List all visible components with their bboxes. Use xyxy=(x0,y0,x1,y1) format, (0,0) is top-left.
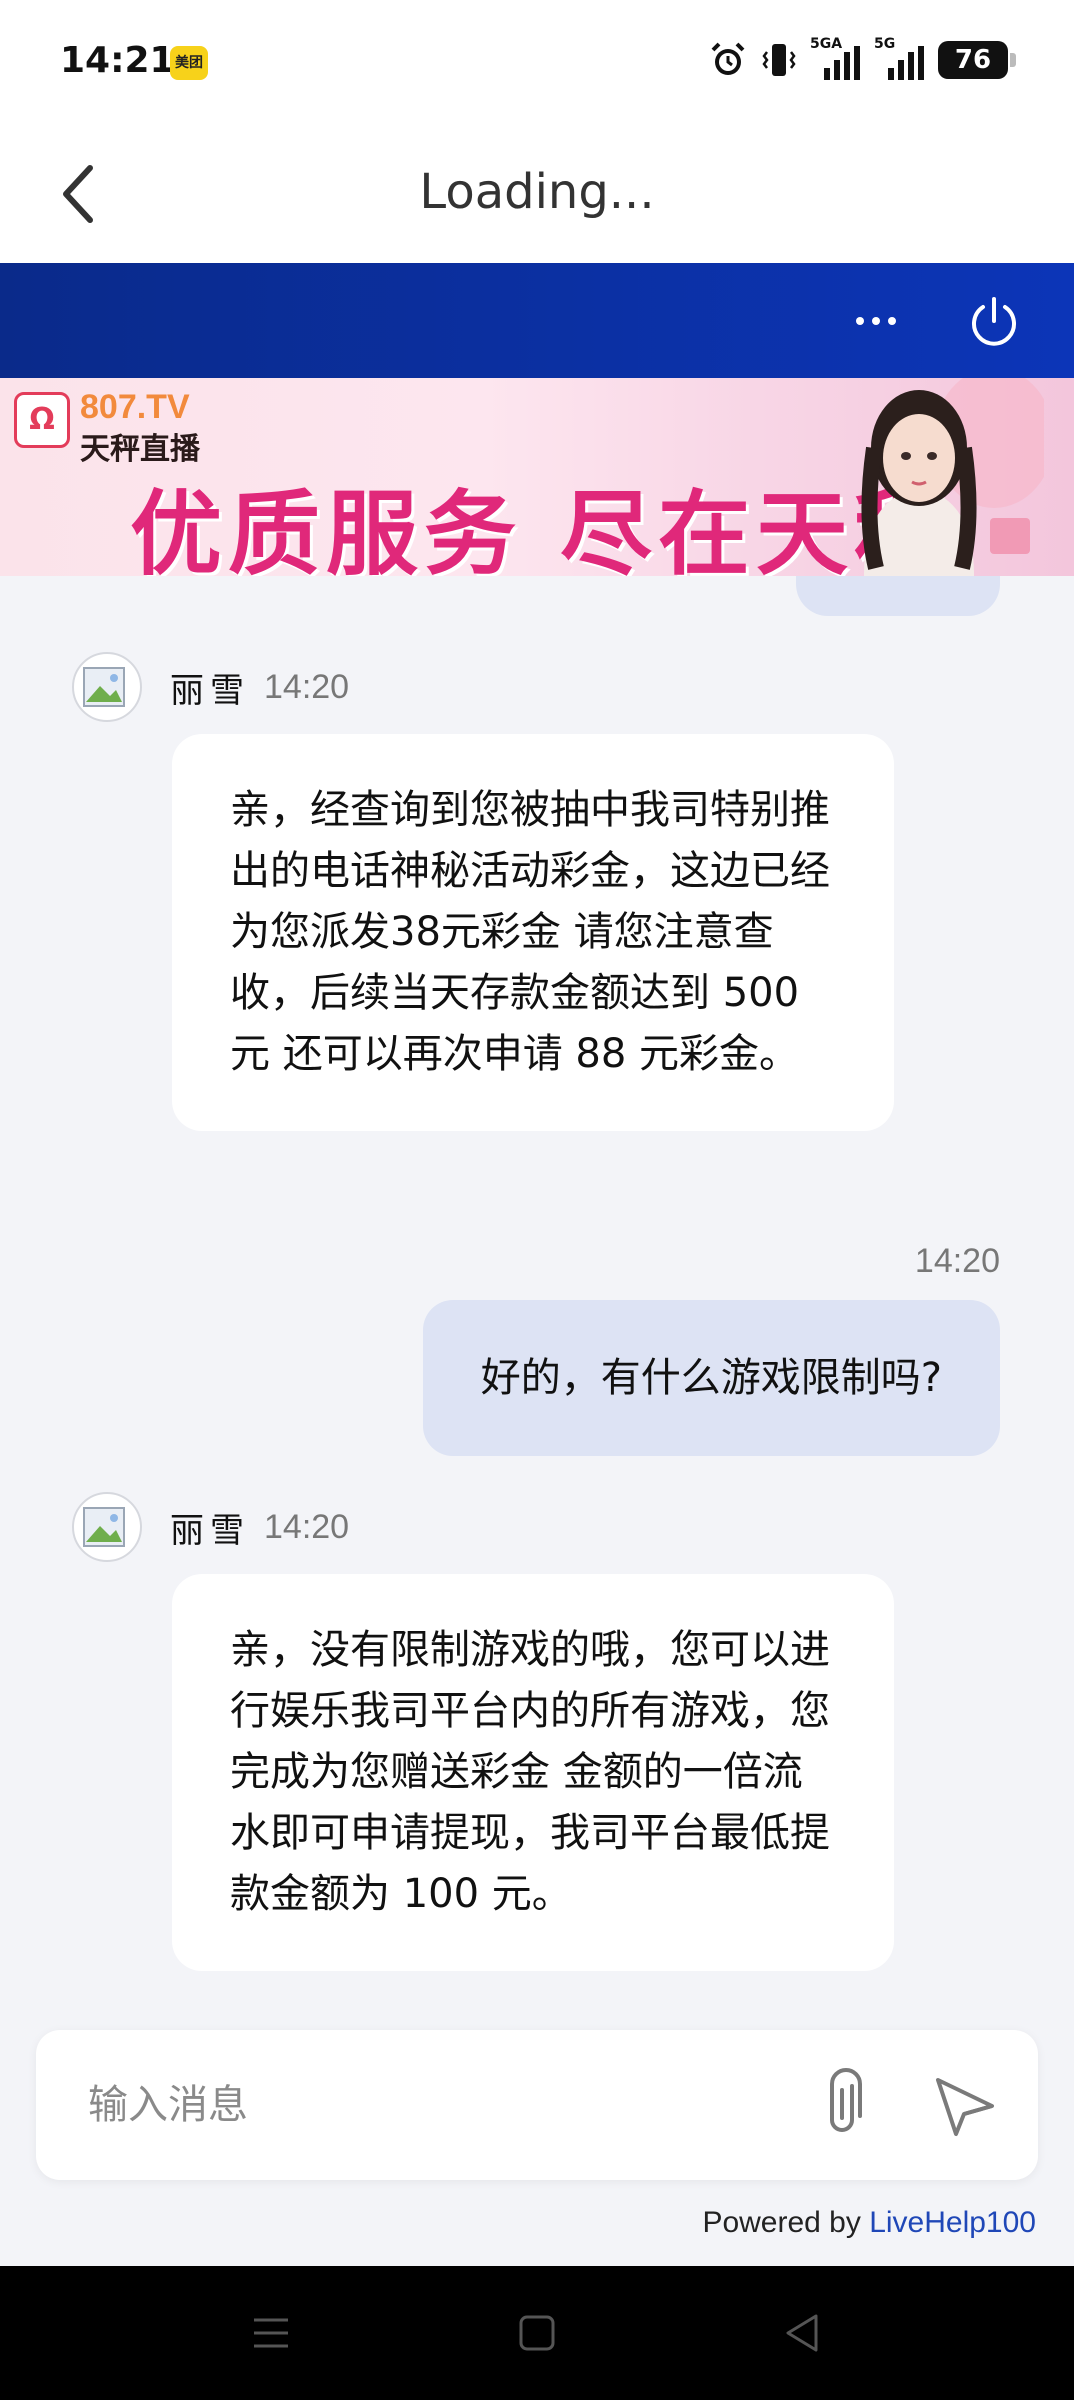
message-time: 14:20 xyxy=(264,667,350,706)
broken-image-icon xyxy=(83,667,125,707)
nav-bar: Loading... xyxy=(0,128,1074,263)
dot-icon xyxy=(888,317,896,325)
page-title: Loading... xyxy=(419,164,655,220)
status-icons: 5GA 5G 76 xyxy=(708,36,1016,80)
powered-by-text: Powered by LiveHelp100 xyxy=(702,2206,1036,2240)
agent-name: 丽雪 xyxy=(170,670,250,711)
message-input[interactable] xyxy=(88,2070,788,2140)
brand-logo: Ω xyxy=(14,392,70,448)
status-time: 14:21 xyxy=(60,40,175,81)
signal-5g-icon: 5G xyxy=(874,36,924,80)
power-icon[interactable] xyxy=(966,291,1022,351)
send-icon[interactable] xyxy=(930,2070,1000,2140)
message-composer xyxy=(36,2030,1038,2180)
back-triangle-icon[interactable] xyxy=(778,2308,828,2358)
agent-avatar xyxy=(72,1492,142,1562)
battery-icon: 76 xyxy=(938,41,1016,79)
meituan-app-icon: 美团 xyxy=(170,46,208,80)
dot-icon xyxy=(856,317,864,325)
agent-avatar xyxy=(72,652,142,722)
agent-message-bubble: 亲，没有限制游戏的哦，您可以进行娱乐我司平台内的所有游戏，您完成为您赠送彩金 金… xyxy=(172,1574,894,1971)
banner-model-image xyxy=(861,378,1044,576)
promo-banner[interactable]: Ω 807.TV 天秤直播 优质服务 尽在天秤 xyxy=(0,378,1074,576)
broken-image-icon xyxy=(83,1507,125,1547)
message-header: 丽雪 14:20 xyxy=(72,1492,349,1562)
paperclip-icon[interactable] xyxy=(814,2066,870,2144)
livehelp-link[interactable]: LiveHelp100 xyxy=(869,2206,1036,2239)
powered-prefix: Powered by xyxy=(702,2206,870,2239)
message-time: 14:20 xyxy=(914,1242,1000,1280)
dot-icon xyxy=(872,317,880,325)
vibrate-icon xyxy=(762,44,796,76)
status-bar: 14:21 美团 5GA 5G 76 xyxy=(0,0,1074,128)
previous-user-bubble xyxy=(796,576,1000,616)
more-options-button[interactable] xyxy=(846,293,906,349)
message-time: 14:20 xyxy=(264,1507,350,1546)
system-navigation-bar xyxy=(0,2266,1074,2400)
message-header: 丽雪 14:20 xyxy=(72,652,349,722)
signal-5ga-icon: 5GA xyxy=(810,36,860,80)
menu-icon[interactable] xyxy=(246,2308,296,2358)
banner-brand: 807.TV xyxy=(80,388,190,426)
agent-name: 丽雪 xyxy=(170,1510,250,1551)
home-icon[interactable] xyxy=(512,2308,562,2358)
alarm-icon xyxy=(711,42,745,75)
chat-header xyxy=(0,263,1074,378)
agent-message-bubble: 亲，经查询到您被抽中我司特别推出的电话神秘活动彩金，这边已经为您派发38元彩金 … xyxy=(172,734,894,1131)
user-message-bubble: 好的，有什么游戏限制吗? xyxy=(422,1300,1000,1456)
chat-message-list[interactable]: 丽雪 14:20 亲，经查询到您被抽中我司特别推出的电话神秘活动彩金，这边已经为… xyxy=(0,576,1074,2006)
